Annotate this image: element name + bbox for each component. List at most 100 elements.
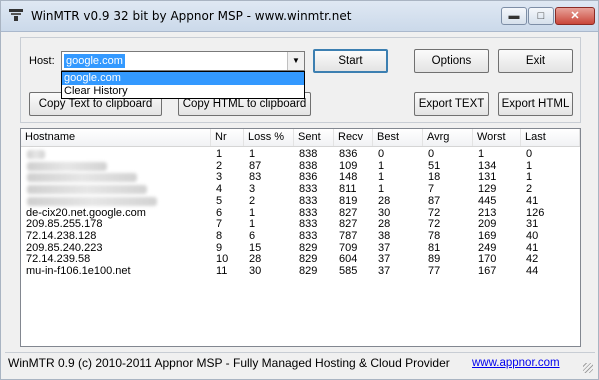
- cell-best: 28: [378, 194, 391, 207]
- host-combobox[interactable]: google.com ▼: [61, 51, 305, 71]
- cell-worst: 1: [478, 148, 485, 160]
- cell-worst: 129: [478, 183, 497, 196]
- table-row[interactable]: 209.85.255.178 7 1 833 827 28 72 209 31: [21, 218, 580, 230]
- cell-recv: 819: [339, 194, 358, 207]
- column-header-avrg[interactable]: Avrg: [423, 129, 473, 146]
- cell-loss: 87: [249, 159, 262, 172]
- cell-sent: 833: [299, 194, 318, 207]
- cell-sent: 829: [299, 253, 318, 266]
- cell-loss: 6: [249, 229, 256, 242]
- winmtr-window: WinMTR v0.9 32 bit by Appnor MSP - www.w…: [0, 0, 599, 380]
- maximize-button[interactable]: □: [528, 7, 554, 25]
- cell-sent: 829: [299, 265, 318, 277]
- close-button[interactable]: ✕: [555, 7, 595, 25]
- column-header-nr[interactable]: Nr: [211, 129, 244, 146]
- dropdown-option-clear-history[interactable]: Clear History: [62, 85, 304, 98]
- cell-sent: 829: [299, 241, 318, 254]
- cell-loss: 1: [249, 218, 256, 231]
- cell-hostname: mu-in-f106.1e100.net: [26, 265, 131, 277]
- cell-loss: 83: [249, 171, 262, 184]
- cell-nr: 9: [216, 241, 223, 254]
- cell-nr: 3: [216, 171, 223, 184]
- appnor-link[interactable]: www.appnor.com: [472, 357, 560, 369]
- cell-loss: 28: [249, 253, 262, 266]
- table-row[interactable]: 72.14.239.58 10 28 829 604 37 89 170 42: [21, 253, 580, 265]
- cell-avrg: 89: [428, 253, 441, 266]
- export-text-button[interactable]: Export TEXT: [414, 92, 489, 116]
- table-row[interactable]: 3 83 836 148 1 18 131 1: [21, 171, 580, 183]
- cell-worst: 167: [478, 265, 497, 277]
- status-bar: WinMTR 0.9 (c) 2010-2011 Appnor MSP - Fu…: [5, 352, 595, 375]
- cell-best: 0: [378, 148, 385, 160]
- cell-worst: 170: [478, 253, 497, 266]
- cell-hostname: 209.85.255.178: [26, 218, 103, 231]
- table-row[interactable]: de-cix20.net.google.com 6 1 833 827 30 72 213 12…: [21, 207, 580, 219]
- cell-last: 44: [526, 265, 539, 277]
- cell-best: 28: [378, 218, 391, 231]
- cell-best: 37: [378, 241, 391, 254]
- column-header-worst[interactable]: Worst: [473, 129, 521, 146]
- results-table[interactable]: Hostname Nr Loss % Sent Recv Best Avrg W…: [20, 128, 581, 347]
- table-row[interactable]: 4 3 833 811 1 7 129 2: [21, 183, 580, 195]
- export-html-button[interactable]: Export HTML: [498, 92, 573, 116]
- table-row[interactable]: 5 2 833 819 28 87 445 41: [21, 195, 580, 207]
- table-row[interactable]: 1 1 838 836 0 0 1 0: [21, 148, 580, 160]
- cell-loss: 1: [249, 206, 256, 219]
- cell-nr: 11: [216, 265, 228, 277]
- redacted-hostname: [27, 185, 147, 195]
- cell-avrg: 81: [428, 241, 441, 254]
- redacted-hostname: [27, 150, 45, 159]
- cell-loss: 1: [249, 148, 256, 160]
- cell-recv: 604: [339, 253, 358, 266]
- cell-nr: 6: [216, 206, 223, 219]
- column-header-loss[interactable]: Loss %: [244, 129, 294, 146]
- cell-recv: 836: [339, 148, 358, 160]
- table-row[interactable]: 2 87 838 109 1 51 134 1: [21, 160, 580, 172]
- cell-nr: 7: [216, 218, 223, 231]
- cell-worst: 169: [478, 229, 497, 242]
- cell-worst: 131: [478, 171, 497, 184]
- dropdown-option-google[interactable]: google.com: [62, 72, 304, 85]
- cell-avrg: 72: [428, 218, 441, 231]
- redacted-hostname: [27, 161, 107, 171]
- table-row[interactable]: 209.85.240.223 9 15 829 709 37 81 249 41: [21, 242, 580, 254]
- title-bar[interactable]: WinMTR v0.9 32 bit by Appnor MSP - www.w…: [1, 1, 598, 32]
- cell-last: 1: [526, 171, 533, 184]
- start-button[interactable]: Start: [313, 49, 388, 73]
- cell-avrg: 51: [428, 159, 441, 172]
- table-header: Hostname Nr Loss % Sent Recv Best Avrg W…: [21, 129, 580, 147]
- table-row[interactable]: mu-in-f106.1e100.net 11 30 829 585 37 77 167 44: [21, 265, 580, 277]
- cell-loss: 2: [249, 194, 256, 207]
- exit-button[interactable]: Exit: [498, 49, 573, 73]
- chevron-down-icon[interactable]: ▼: [287, 52, 304, 70]
- column-header-best[interactable]: Best: [373, 129, 423, 146]
- cell-worst: 445: [478, 194, 497, 207]
- app-icon: [9, 9, 23, 21]
- host-input-value[interactable]: google.com: [64, 54, 125, 68]
- column-header-sent[interactable]: Sent: [294, 129, 334, 146]
- cell-hostname: 72.14.239.58: [26, 253, 91, 266]
- cell-recv: 811: [339, 183, 357, 196]
- redacted-hostname: [27, 196, 157, 206]
- cell-hostname: [21, 171, 211, 183]
- cell-best: 1: [378, 183, 385, 196]
- cell-best: 1: [378, 171, 385, 184]
- cell-sent: 838: [299, 148, 318, 160]
- cell-hostname: de-cix20.net.google.com: [26, 206, 146, 219]
- options-button[interactable]: Options: [414, 49, 489, 73]
- cell-nr: 1: [216, 148, 223, 160]
- column-header-hostname[interactable]: Hostname: [21, 129, 211, 146]
- minimize-button[interactable]: ▬: [501, 7, 527, 25]
- cell-last: 126: [526, 206, 545, 219]
- cell-nr: 8: [216, 229, 223, 242]
- host-dropdown-list[interactable]: google.com Clear History: [61, 71, 305, 99]
- cell-worst: 249: [478, 241, 497, 254]
- column-header-last[interactable]: Last: [521, 129, 580, 146]
- cell-avrg: 18: [428, 171, 441, 184]
- column-header-recv[interactable]: Recv: [334, 129, 373, 146]
- cell-avrg: 78: [428, 229, 441, 242]
- table-row[interactable]: 72.14.238.128 8 6 833 787 38 78 169 40: [21, 230, 580, 242]
- cell-last: 41: [526, 194, 539, 207]
- cell-loss: 30: [249, 265, 262, 277]
- resize-grip-icon[interactable]: [583, 363, 593, 373]
